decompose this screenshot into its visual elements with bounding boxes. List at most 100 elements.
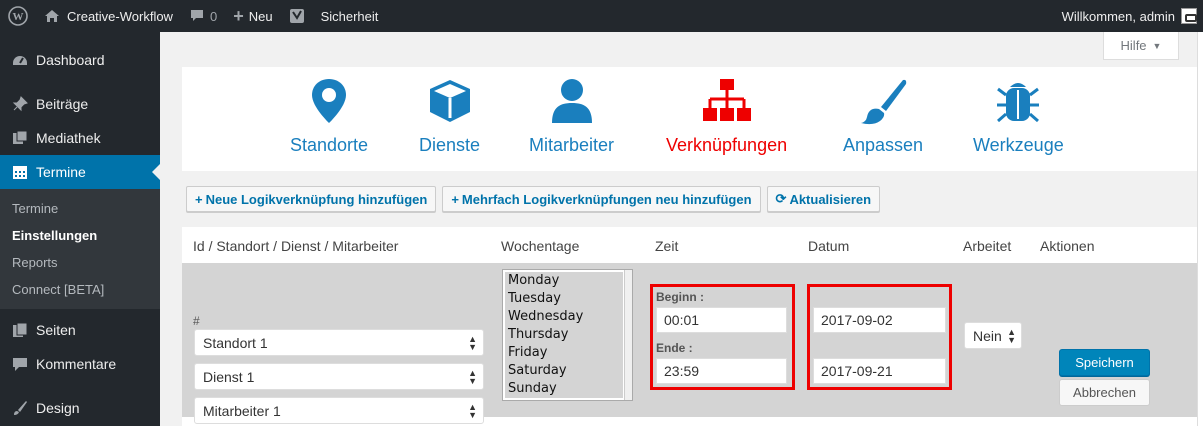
account-menu[interactable]: Willkommen, admin bbox=[1062, 0, 1203, 32]
termine-submenu: Termine Einstellungen Reports Connect [B… bbox=[0, 189, 160, 309]
calendar-icon bbox=[10, 164, 30, 180]
submenu-reports[interactable]: Reports bbox=[0, 249, 160, 276]
brush-icon bbox=[10, 400, 30, 416]
submenu-connect[interactable]: Connect [BETA] bbox=[0, 276, 160, 303]
caret-down-icon: ▼ bbox=[1152, 40, 1162, 51]
tile-mitarbeiter[interactable]: Mitarbeiter bbox=[529, 77, 614, 156]
media-icon bbox=[10, 130, 30, 146]
tile-label: Dienste bbox=[419, 135, 481, 155]
standort-select[interactable]: Standort 1 ▲ ▼ bbox=[194, 329, 484, 356]
site-name-link[interactable]: Creative-Workflow bbox=[36, 0, 181, 32]
sidebar-item-design[interactable]: Design bbox=[0, 391, 160, 425]
map-pin-icon bbox=[312, 79, 347, 123]
works-select[interactable]: Nein ▲ ▼ bbox=[964, 322, 1022, 349]
add-multiple-button[interactable]: + Mehrfach Logikverknüpfungen neu hinzuf… bbox=[442, 186, 761, 212]
tile-werkzeuge[interactable]: Werkzeuge bbox=[973, 77, 1064, 156]
select-arrows-icon: ▲ ▼ bbox=[468, 368, 477, 386]
weekday-option[interactable]: Wednesday bbox=[508, 308, 623, 326]
sidebar-item-label: Termine bbox=[36, 164, 86, 180]
weekday-option[interactable]: Friday bbox=[508, 344, 623, 362]
tile-label: Werkzeuge bbox=[973, 135, 1064, 155]
page-edge bbox=[1197, 32, 1203, 426]
help-label: Hilfe bbox=[1120, 38, 1147, 53]
save-button[interactable]: Speichern bbox=[1059, 349, 1150, 376]
svg-text:W: W bbox=[13, 11, 24, 23]
dienst-select[interactable]: Dienst 1 ▲ ▼ bbox=[194, 363, 484, 390]
submenu-einstellungen[interactable]: Einstellungen bbox=[0, 222, 160, 249]
weekdays-multiselect[interactable]: Monday Tuesday Wednesday Thursday Friday… bbox=[502, 269, 633, 401]
yoast-icon bbox=[289, 9, 304, 23]
sidebar-item-termine[interactable]: Termine bbox=[0, 155, 160, 189]
comment-icon bbox=[190, 10, 203, 21]
refresh-button[interactable]: ⟳ Aktualisieren bbox=[766, 186, 881, 212]
wordpress-logo-icon[interactable]: W bbox=[0, 0, 36, 32]
select-arrows-icon: ▲ ▼ bbox=[468, 402, 477, 420]
mitarbeiter-value: Mitarbeiter 1 bbox=[203, 402, 281, 419]
start-date-input[interactable]: 2017-09-02 bbox=[813, 307, 946, 333]
yoast-link[interactable] bbox=[281, 0, 313, 32]
standort-value: Standort 1 bbox=[203, 334, 268, 351]
sidebar-item-pages[interactable]: Seiten bbox=[0, 313, 160, 347]
plus-icon: + bbox=[195, 191, 203, 207]
sidebar-item-label: Kommentare bbox=[36, 356, 117, 372]
site-name: Creative-Workflow bbox=[67, 8, 173, 24]
end-date-input[interactable]: 2017-09-21 bbox=[813, 358, 946, 384]
tile-label: Verknüpfungen bbox=[666, 135, 788, 155]
date-highlight-box: 2017-09-02 2017-09-21 bbox=[807, 284, 952, 390]
submenu-termine[interactable]: Termine bbox=[0, 195, 160, 222]
sidebar-item-dashboard[interactable]: Dashboard bbox=[0, 43, 160, 77]
sidebar-item-posts[interactable]: Beiträge bbox=[0, 87, 160, 121]
avatar bbox=[1181, 8, 1197, 24]
add-multiple-label: Mehrfach Logikverknüpfungen neu hinzufüg… bbox=[461, 191, 752, 207]
sitemap-icon bbox=[702, 79, 751, 121]
add-logic-button[interactable]: + Neue Logikverknüpfung hinzufügen bbox=[186, 186, 437, 212]
main-content: Hilfe ▼ Standorte Dienste Mitarbeiter Ve… bbox=[160, 32, 1203, 426]
sidebar-item-comments[interactable]: Kommentare bbox=[0, 347, 160, 381]
listbox-scrollbar[interactable] bbox=[624, 270, 632, 400]
row-id: # bbox=[193, 314, 200, 328]
comment-icon bbox=[10, 356, 30, 372]
admin-sidebar: Dashboard Beiträge Mediathek Termine Ter… bbox=[0, 32, 160, 426]
pages-icon bbox=[10, 322, 30, 338]
comments-count: 0 bbox=[209, 8, 218, 24]
new-content-link[interactable]: + Neu bbox=[225, 0, 280, 32]
security-link[interactable]: Sicherheit bbox=[313, 0, 387, 32]
settings-nav-panel: Standorte Dienste Mitarbeiter Verknüpfun… bbox=[182, 67, 1198, 171]
end-label: Ende : bbox=[656, 341, 693, 355]
table-row: # Standort 1 ▲ ▼ Dienst 1 ▲ ▼ Mitarbeiter … bbox=[182, 263, 1198, 424]
home-icon bbox=[45, 10, 59, 22]
sidebar-item-media[interactable]: Mediathek bbox=[0, 121, 160, 155]
weekday-option[interactable]: Monday bbox=[508, 272, 623, 290]
weekday-option[interactable]: Saturday bbox=[508, 362, 623, 380]
bug-icon bbox=[997, 83, 1040, 123]
weekday-option[interactable]: Sunday bbox=[508, 380, 623, 398]
plus-icon: + bbox=[233, 5, 244, 26]
tile-dienste[interactable]: Dienste bbox=[419, 77, 480, 156]
action-toolbar: + Neue Logikverknüpfung hinzufügen + Meh… bbox=[186, 186, 881, 212]
user-icon bbox=[551, 79, 592, 123]
tile-standorte[interactable]: Standorte bbox=[290, 77, 368, 156]
column-header: Id / Standort / Dienst / Mitarbeiter bbox=[193, 238, 399, 254]
mitarbeiter-select[interactable]: Mitarbeiter 1 ▲ ▼ bbox=[194, 397, 484, 424]
column-header: Datum bbox=[808, 238, 850, 254]
select-arrows-icon: ▲ ▼ bbox=[468, 334, 477, 352]
begin-time-input[interactable]: 00:01 bbox=[656, 307, 787, 333]
end-time-input[interactable]: 23:59 bbox=[656, 358, 787, 384]
help-tab-button[interactable]: Hilfe ▼ bbox=[1103, 32, 1179, 60]
weekday-option[interactable]: Thursday bbox=[508, 326, 623, 344]
cancel-button[interactable]: Abbrechen bbox=[1059, 379, 1150, 406]
table-header: Id / Standort / Dienst / Mitarbeiter Woc… bbox=[182, 227, 1198, 263]
sidebar-item-label: Dashboard bbox=[36, 52, 105, 68]
tile-verknuepfungen[interactable]: Verknüpfungen bbox=[666, 77, 787, 156]
weekday-option[interactable]: Tuesday bbox=[508, 290, 623, 308]
tile-anpassen[interactable]: Anpassen bbox=[843, 77, 923, 156]
refresh-label: Aktualisieren bbox=[789, 191, 872, 207]
refresh-icon: ⟳ bbox=[775, 191, 787, 206]
comments-link[interactable]: 0 bbox=[181, 0, 225, 32]
plus-icon: + bbox=[451, 191, 459, 207]
pin-icon bbox=[10, 96, 30, 112]
dienst-value: Dienst 1 bbox=[203, 368, 255, 385]
time-highlight-box: Beginn : 00:01 Ende : 23:59 bbox=[650, 284, 795, 390]
tile-label: Mitarbeiter bbox=[529, 135, 615, 155]
tile-label: Standorte bbox=[290, 135, 369, 155]
